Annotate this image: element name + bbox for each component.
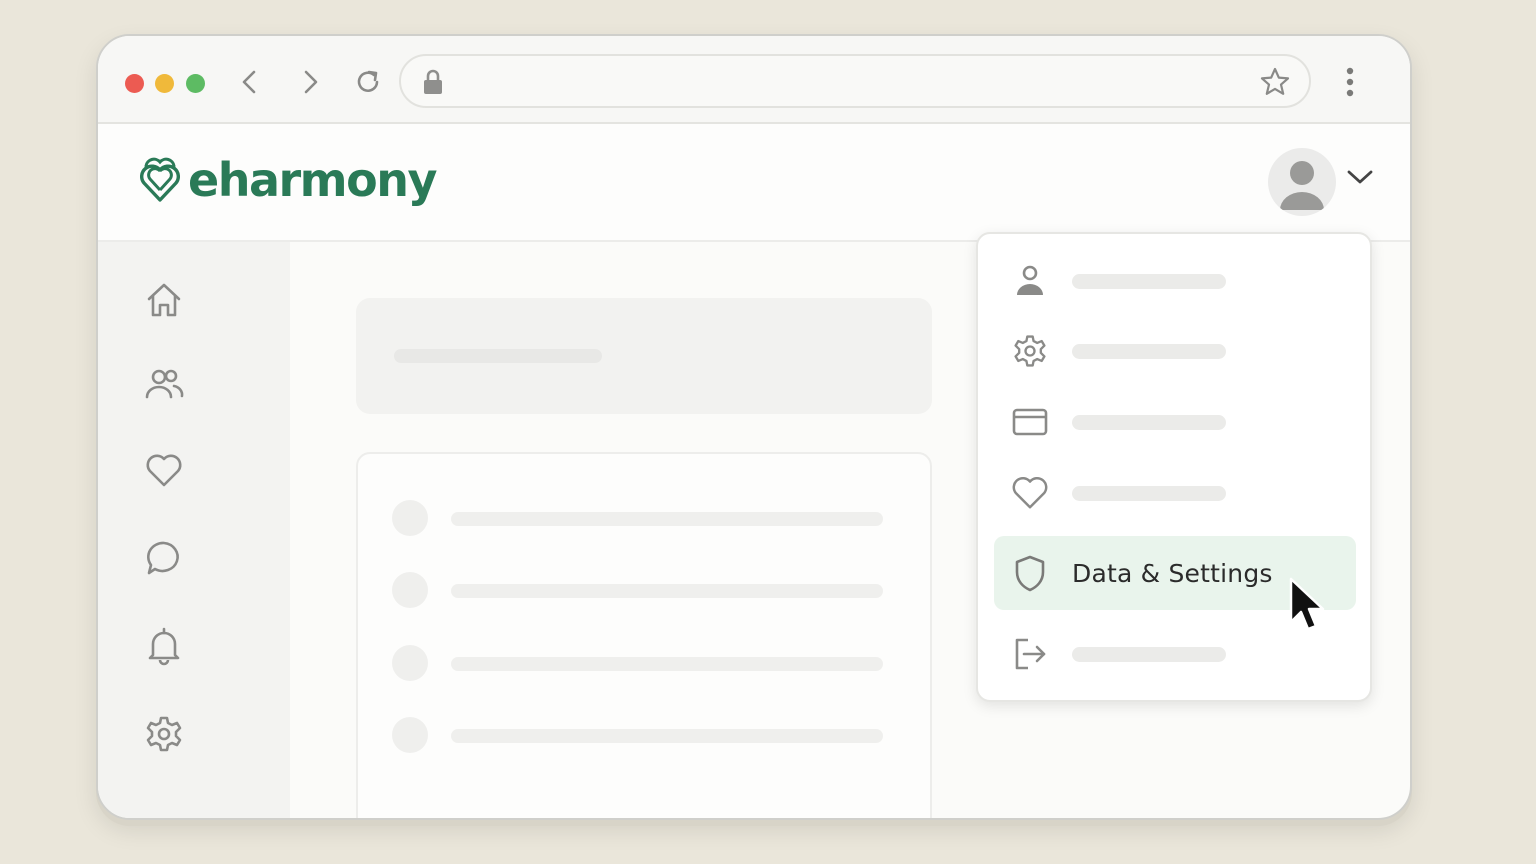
home-icon [147,283,181,317]
sidebar [98,242,290,818]
browser-toolbar [98,36,1410,124]
gear-icon [1010,331,1050,371]
forward-icon [304,70,318,94]
address-bar[interactable] [399,54,1311,108]
star-icon[interactable] [1259,67,1291,97]
forward-button[interactable] [292,64,328,100]
placeholder-line [451,584,883,598]
sidebar-item-settings[interactable] [142,712,186,756]
brand-logo[interactable]: eharmony [140,153,437,207]
mouse-cursor-icon [1289,577,1325,631]
browser-menu-button[interactable] [1332,62,1368,102]
avatar-person-icon [1280,161,1324,210]
placeholder-line [451,657,883,671]
heart-icon [146,454,182,487]
site-header: eharmony [98,124,1410,242]
reload-icon [357,70,379,92]
back-icon [242,70,256,94]
menu-item-placeholder [1072,414,1226,430]
menu-item-label: Data & Settings [1072,558,1273,588]
placeholder-avatar [392,717,428,753]
user-avatar[interactable] [1268,148,1336,216]
chevron-down-icon[interactable] [1346,168,1374,186]
sidebar-item-matches[interactable] [142,448,186,492]
brand-name: eharmony [188,153,437,207]
menu-item-billing[interactable] [994,385,1356,459]
card-icon [1010,402,1050,442]
sidebar-item-home[interactable] [142,278,186,322]
minimize-window-button[interactable] [155,74,174,93]
placeholder-avatar [392,500,428,536]
sidebar-item-people[interactable] [142,362,186,406]
chat-icon [147,541,179,575]
gear-icon [146,716,182,752]
menu-item-placeholder [1072,485,1226,501]
menu-item-favorites[interactable] [994,456,1356,530]
reload-button[interactable] [350,64,386,100]
heart-icon [1010,473,1050,513]
placeholder-avatar [392,645,428,681]
placeholder-line [394,349,602,363]
heart-logo-icon [140,157,180,202]
back-button[interactable] [232,64,268,100]
kebab-menu-icon [1346,67,1354,97]
lock-icon [424,69,442,94]
sidebar-item-notifications[interactable] [142,624,186,668]
menu-item-placeholder [1072,646,1226,662]
menu-item-placeholder [1072,343,1226,359]
placeholder-line [451,729,883,743]
menu-item-placeholder [1072,273,1226,289]
placeholder-avatar [392,572,428,608]
maximize-window-button[interactable] [186,74,205,93]
logout-icon [1010,634,1050,674]
close-window-button[interactable] [125,74,144,93]
sidebar-item-messages[interactable] [142,536,186,580]
bell-icon [148,627,180,666]
shield-icon [1010,553,1050,593]
users-icon [145,369,184,399]
placeholder-list-card [356,452,932,818]
browser-window: eharmony Data & Settings [96,34,1412,820]
user-icon [1010,261,1050,301]
placeholder-card [356,298,932,414]
menu-item-settings[interactable] [994,314,1356,388]
placeholder-line [451,512,883,526]
menu-item-profile[interactable] [994,244,1356,318]
